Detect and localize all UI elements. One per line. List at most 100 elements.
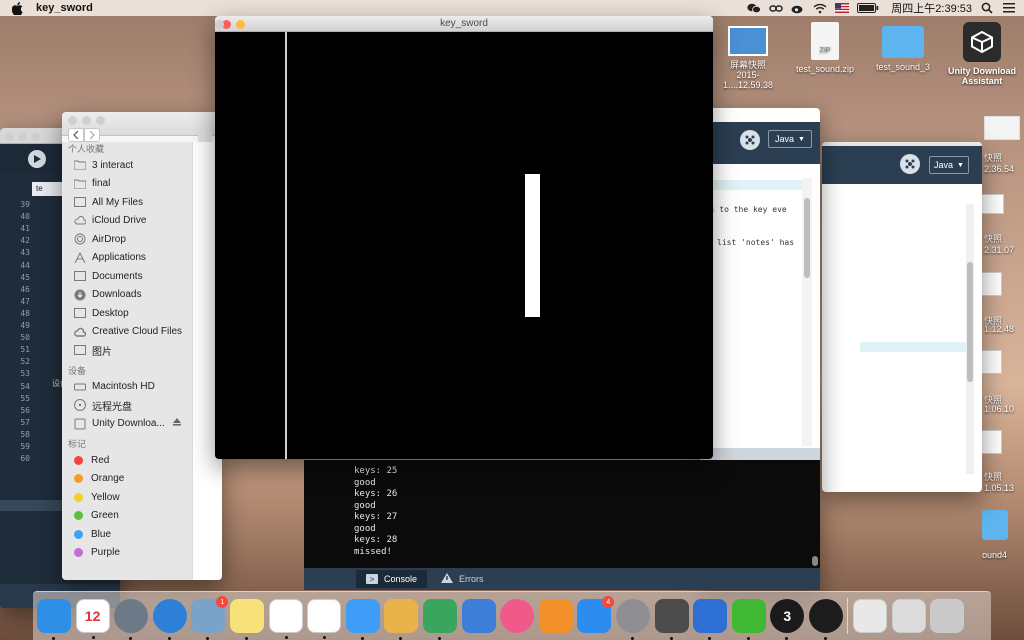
editor2-mode-selector[interactable]: Java ▼ [929, 156, 969, 174]
dock-safari-icon[interactable] [152, 599, 187, 640]
close-button[interactable] [68, 116, 77, 125]
screenshot-thumbnail[interactable] [980, 272, 1002, 296]
sidebar-item-final[interactable]: final [62, 175, 192, 194]
sidebar-item-all-my-files[interactable]: All My Files [62, 193, 192, 212]
mode-selector[interactable]: Java ▼ [768, 130, 812, 148]
dock-teamviewer-icon[interactable] [693, 599, 728, 640]
screenshot-thumbnail[interactable] [980, 194, 1004, 214]
editor2-window[interactable]: Java ▼ [822, 142, 982, 492]
console-panel[interactable]: keys: 25 good keys: 26 good keys: 27 good keys… [304, 460, 820, 590]
app-menu-name[interactable]: key_sword [36, 2, 93, 14]
dock-numbers-icon[interactable] [422, 599, 457, 640]
search-icon[interactable] [980, 2, 994, 14]
back-button[interactable] [68, 128, 84, 142]
dock-mail-stamp-icon[interactable]: 1 [191, 596, 229, 640]
debug-icon[interactable] [740, 130, 760, 150]
editor-scrollbar[interactable] [802, 178, 812, 446]
tab-errors[interactable]: Errors [431, 570, 494, 588]
title-bar[interactable]: key_sword [215, 16, 713, 32]
zoom-button[interactable] [96, 116, 105, 125]
apple-icon[interactable] [12, 1, 26, 15]
run-button[interactable] [28, 150, 46, 168]
line-numbers: 39 40 41 42 43 44 45 46 47 48 49 50 51 52 53 54 55 56 57 58… [0, 200, 30, 540]
dock-notes-icon[interactable] [229, 599, 264, 640]
dock-finder-icon[interactable] [37, 599, 71, 640]
dock-processing-3-icon[interactable]: 3 [770, 599, 805, 640]
dock-photos-icon[interactable] [307, 599, 342, 639]
dock-downloads-stack-icon[interactable] [853, 599, 888, 633]
dock-keynote-icon[interactable] [461, 599, 496, 633]
screenshot-thumbnail[interactable] [984, 116, 1020, 140]
dock-app-store-icon[interactable]: 4 [577, 596, 615, 633]
tag-blue[interactable]: Blue [62, 525, 192, 544]
sidebar-item-airdrop[interactable]: AirDrop [62, 230, 192, 249]
scrollbar-thumb[interactable] [812, 556, 818, 566]
minimize-button[interactable] [82, 116, 91, 125]
dock-trash-icon[interactable] [930, 599, 965, 633]
sketch-window[interactable]: key_sword [215, 16, 713, 459]
sketch-canvas[interactable] [215, 32, 713, 459]
sidebar-item-documents[interactable]: Documents [62, 267, 192, 286]
desktop-icon-test-sound-3[interactable]: test_sound_3 [868, 26, 938, 72]
minimize-button[interactable] [18, 132, 27, 141]
dock-wechat-icon[interactable] [731, 599, 766, 640]
editor2-scrollbar[interactable] [966, 204, 974, 474]
back-editor-tab[interactable]: te [32, 182, 62, 196]
dock-pages-icon[interactable] [384, 599, 419, 640]
zoom-button[interactable] [31, 132, 40, 141]
tag-red[interactable]: Red [62, 451, 192, 470]
desktop-label: 快照 [984, 153, 1003, 163]
battery-icon[interactable] [857, 2, 879, 14]
forward-button[interactable] [84, 128, 100, 142]
dock-quicktime-icon[interactable] [808, 599, 843, 640]
desktop-icon-screenshot[interactable]: 屏幕快照 2015-1....12.59.38 [712, 26, 784, 90]
screenshot-thumbnail[interactable] [980, 430, 1002, 454]
sidebar-item-unity-downloa[interactable]: Unity Downloa... [62, 415, 192, 434]
console-scrollbar[interactable] [812, 464, 818, 566]
tag-green[interactable]: Green [62, 507, 192, 526]
editor2-code-area[interactable] [860, 204, 966, 474]
screenshot-thumbnail[interactable] [980, 350, 1002, 374]
scrollbar-thumb[interactable] [804, 198, 810, 278]
eject-icon[interactable] [172, 418, 181, 429]
sidebar-item-3-interact[interactable]: 3 interact [62, 156, 192, 175]
sidebar-item-desktop[interactable]: Desktop [62, 304, 192, 323]
link-icon[interactable] [769, 2, 784, 14]
tab-console[interactable]: > Console [356, 570, 428, 588]
view-grid-icon[interactable] [198, 130, 212, 142]
sidebar-item-applications[interactable]: Applications [62, 249, 192, 268]
finder-window[interactable]: 个人收藏 3 interact final All My Files iCloud D… [62, 112, 222, 580]
desktop-icon-test-sound-zip[interactable]: ZIP test_sound.zip [788, 22, 862, 74]
wifi-icon[interactable] [813, 2, 827, 14]
tag-orange[interactable]: Orange [62, 470, 192, 489]
dock-system-preferences-icon[interactable] [615, 599, 650, 640]
editor2-debug-icon[interactable] [900, 154, 920, 174]
dock-ibooks-icon[interactable] [538, 599, 573, 633]
dock-calendar-icon[interactable]: 12 [75, 599, 110, 639]
sidebar-item-macintosh-hd[interactable]: Macintosh HD [62, 378, 192, 397]
dock-documents-stack-icon[interactable] [891, 599, 926, 633]
dock-itunes-icon[interactable] [500, 599, 535, 633]
folder-icon[interactable] [982, 510, 1008, 540]
close-button[interactable] [5, 132, 14, 141]
weibo-icon[interactable] [791, 2, 805, 14]
dock-launchpad-icon[interactable] [114, 599, 149, 640]
wechat-icon[interactable] [747, 2, 762, 14]
tag-purple[interactable]: Purple [62, 544, 192, 563]
sidebar-item-[interactable]: 远程光盘 [62, 396, 192, 415]
dock-reminders-icon[interactable] [268, 599, 303, 639]
sidebar-item-creative-cloud-files[interactable]: Creative Cloud Files [62, 323, 192, 342]
sidebar-item-[interactable]: 图片 [62, 341, 192, 360]
dock-messages-icon[interactable] [345, 599, 380, 640]
desktop-label: 快照 [984, 472, 1003, 482]
desktop-icon-unity-download-assistant[interactable]: Unity Download Assistant [944, 22, 1020, 86]
sidebar-item-downloads[interactable]: Downloads [62, 286, 192, 305]
menu-clock[interactable]: 周四上午2:39:53 [891, 0, 972, 16]
dock-sublime-text-icon[interactable] [654, 599, 689, 640]
sidebar-item-icloud-drive[interactable]: iCloud Drive [62, 212, 192, 231]
us-flag-icon[interactable] [835, 2, 850, 14]
tag-yellow[interactable]: Yellow [62, 488, 192, 507]
scrollbar-thumb[interactable] [967, 262, 973, 382]
list-icon[interactable] [1002, 2, 1016, 14]
code-area[interactable]: his to the key eve list 'notes' has [700, 178, 802, 446]
